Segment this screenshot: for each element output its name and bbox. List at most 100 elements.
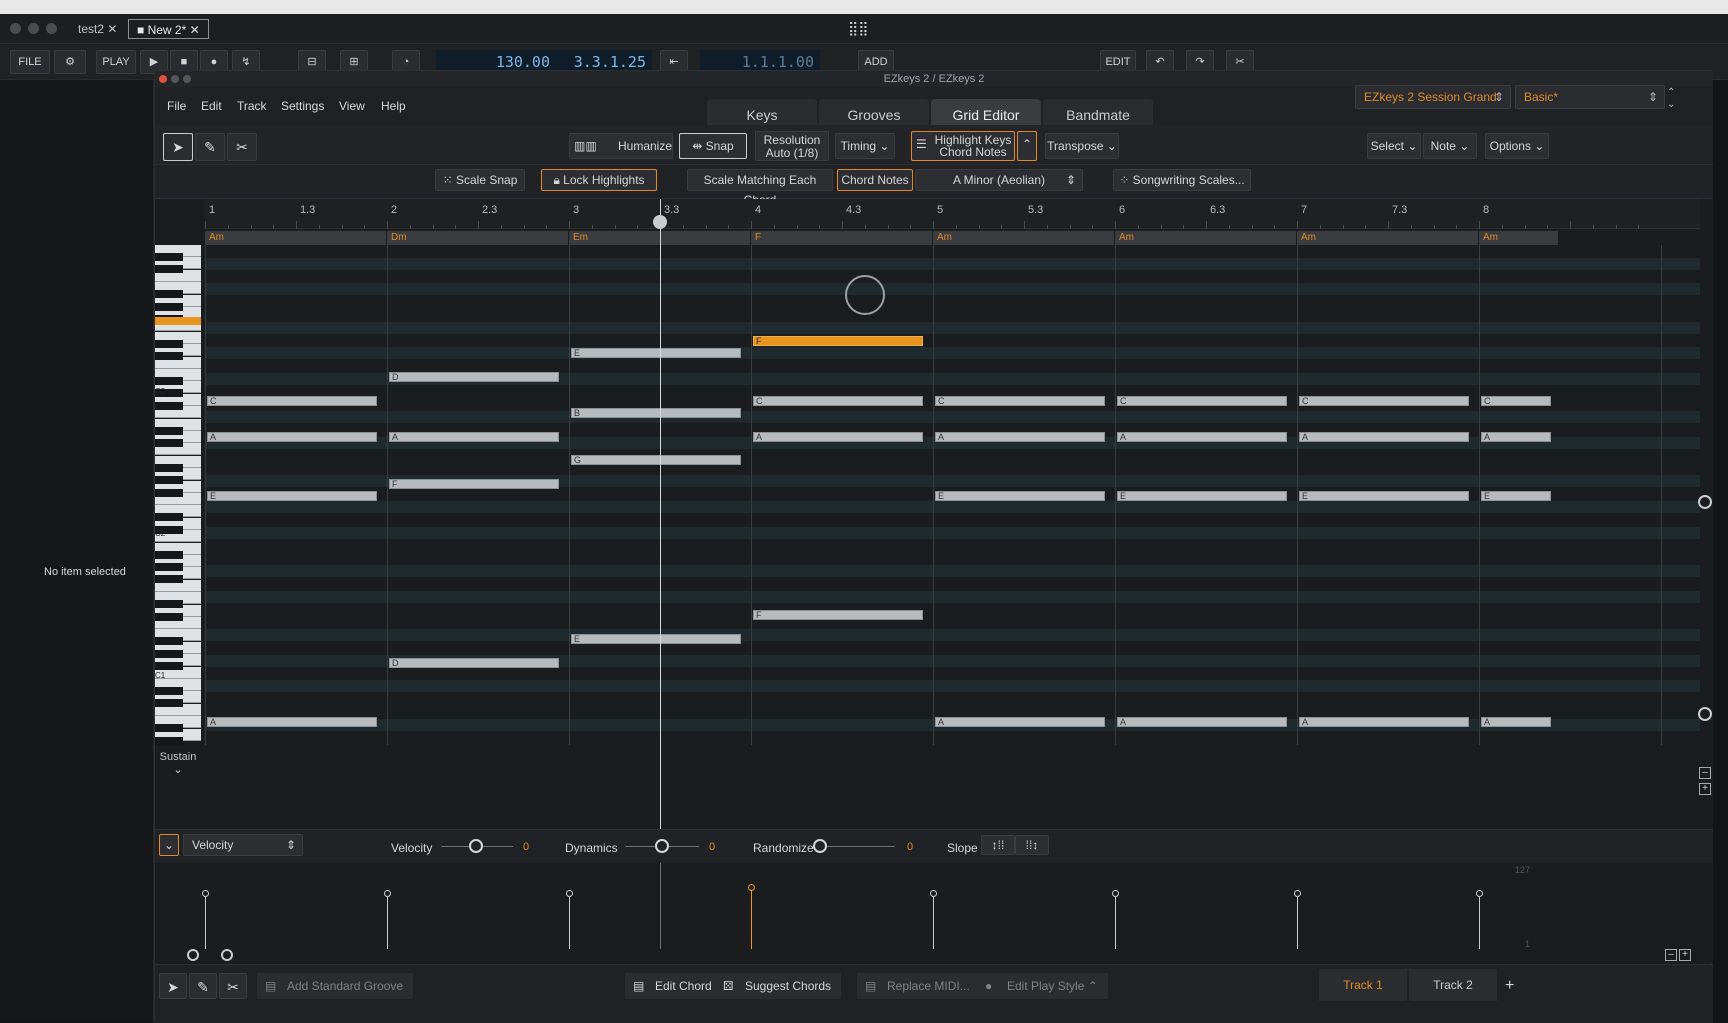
black-key[interactable] <box>155 724 183 733</box>
menu-view[interactable]: View <box>339 99 365 113</box>
midi-note[interactable]: F <box>753 610 923 621</box>
bottom-draw-tool-icon[interactable]: ✎ <box>189 973 217 999</box>
black-key[interactable] <box>155 550 183 559</box>
playhead[interactable] <box>660 199 661 829</box>
slope-down-icon[interactable]: ⁞⁞↕ <box>1015 835 1049 855</box>
velocity-handle[interactable] <box>748 884 755 891</box>
slope-up-icon[interactable]: ↕⁞⁞ <box>981 835 1015 855</box>
randomize-knob[interactable] <box>813 839 827 853</box>
zoom-window-icon[interactable] <box>46 23 57 34</box>
chord-block[interactable]: Am <box>933 231 1115 245</box>
options-dropdown[interactable]: Options ⌄ <box>1485 133 1549 159</box>
add-standard-groove-button[interactable]: ▤ Add Standard Groove <box>257 973 414 999</box>
bottom-scissors-tool-icon[interactable]: ✂ <box>219 973 247 999</box>
scale-selector[interactable]: A Minor (Aeolian) ⇕ <box>915 169 1083 191</box>
minimize-window-icon[interactable] <box>28 23 39 34</box>
midi-note[interactable]: A <box>389 431 559 442</box>
preset-selector[interactable]: Basic* ⇕ <box>1515 85 1665 109</box>
track-tab-2[interactable]: Track 2 <box>1409 969 1497 1001</box>
lane-collapse-icon[interactable]: ⌄ <box>159 834 179 856</box>
midi-note[interactable]: A <box>1299 717 1469 728</box>
midi-note[interactable]: A <box>935 431 1105 442</box>
velocity-handle[interactable] <box>1112 890 1119 897</box>
black-key[interactable] <box>155 302 183 311</box>
resolution-selector[interactable]: Resolution Auto (1/8) <box>755 131 829 161</box>
black-key[interactable] <box>155 637 183 646</box>
close-tab-icon[interactable]: ✕ <box>190 23 200 37</box>
track-tab-1[interactable]: Track 1 <box>1319 969 1407 1001</box>
chord-block[interactable]: Dm <box>387 231 569 245</box>
midi-note[interactable]: B <box>571 407 741 418</box>
midi-note[interactable]: E <box>1299 491 1469 502</box>
midi-note[interactable]: G <box>571 455 741 466</box>
snap-button[interactable]: ⇹ Snap <box>679 133 747 159</box>
timeline-ruler[interactable]: 1 1.3 2 2.3 3 3.3 4 4.3 5 5.3 6 6.3 7 7.3 8 <box>205 199 1700 229</box>
grid-dots-icon[interactable]: ⣿⣿ <box>848 20 869 37</box>
scale-matching-button[interactable]: Scale Matching Each Chord <box>687 169 833 207</box>
gear-icon[interactable]: ⚙ <box>54 50 86 74</box>
midi-note[interactable]: C <box>753 395 923 406</box>
velocity-handle[interactable] <box>384 890 391 897</box>
midi-note[interactable]: A <box>935 717 1105 728</box>
play-mode-button[interactable]: PLAY <box>96 50 136 74</box>
midi-note[interactable]: F <box>389 479 559 490</box>
black-key[interactable] <box>155 662 183 671</box>
midi-note[interactable]: C <box>1117 395 1287 406</box>
midi-note[interactable]: E <box>1481 491 1551 502</box>
songwriting-scales-button[interactable]: ⁘ Songwriting Scales... <box>1113 169 1251 191</box>
black-key[interactable] <box>155 649 183 658</box>
midi-note[interactable]: A <box>207 717 377 728</box>
chord-block[interactable]: Am <box>1479 231 1559 245</box>
velocity-scroll-right-handle[interactable] <box>221 949 233 961</box>
close-tab-icon[interactable]: ✕ <box>107 22 117 36</box>
scissors-tool-icon[interactable]: ✂ <box>227 133 257 161</box>
velocity-lane[interactable]: 127 1 – + <box>155 863 1713 963</box>
close-plugin-icon[interactable] <box>159 75 167 83</box>
midi-note[interactable]: C <box>1481 395 1551 406</box>
chord-notes-button[interactable]: Chord Notes <box>837 169 913 191</box>
chord-block[interactable]: F <box>751 231 933 245</box>
black-key[interactable] <box>155 699 183 708</box>
velocity-handle[interactable] <box>566 890 573 897</box>
midi-note[interactable]: E <box>207 491 377 502</box>
instrument-selector[interactable]: EZkeys 2 Session Grand ⇕ <box>1355 85 1511 109</box>
select-tool-icon[interactable]: ➤ <box>163 133 193 161</box>
host-tab-test2[interactable]: test2 ✕ <box>70 19 125 39</box>
black-key[interactable] <box>155 463 183 472</box>
zoom-plugin-icon[interactable] <box>183 75 191 83</box>
midi-note[interactable]: A <box>753 431 923 442</box>
midi-note[interactable]: A <box>207 431 377 442</box>
playhead-handle[interactable] <box>653 215 667 229</box>
chord-block[interactable]: Am <box>1297 231 1479 245</box>
velocity-knob[interactable] <box>469 839 483 853</box>
chord-lane[interactable]: Am Dm Em F Am Am Am Am <box>205 231 1700 245</box>
black-key[interactable] <box>155 339 183 348</box>
select-dropdown[interactable]: Select ⌄ <box>1367 133 1421 159</box>
black-key[interactable] <box>155 377 183 385</box>
sustain-lane[interactable]: Sustain ⌄ <box>155 751 201 781</box>
highlight-keys-button[interactable]: ☰ Highlight Keys Chord Notes <box>911 131 1015 161</box>
midi-note[interactable]: C <box>207 395 377 406</box>
expand-collapse-icon[interactable]: ⌃ ⌄ <box>1667 87 1681 111</box>
note-dropdown[interactable]: Note ⌄ <box>1423 133 1477 159</box>
midi-note[interactable]: D <box>389 657 559 668</box>
chord-block[interactable]: Am <box>205 231 387 245</box>
menu-edit[interactable]: Edit <box>201 99 222 113</box>
black-key[interactable] <box>155 253 183 261</box>
transpose-dropdown[interactable]: Transpose ⌄ <box>1045 133 1119 159</box>
midi-note[interactable]: A <box>1299 431 1469 442</box>
velocity-handle[interactable] <box>1476 890 1483 897</box>
midi-note[interactable]: A <box>1117 717 1287 728</box>
humanize-button[interactable]: ▥▥ Humanize <box>569 133 673 159</box>
black-key[interactable] <box>155 439 183 447</box>
bottom-select-tool-icon[interactable]: ➤ <box>159 973 187 999</box>
velocity-handle[interactable] <box>930 890 937 897</box>
midi-note[interactable]: A <box>1481 717 1551 728</box>
minimize-plugin-icon[interactable] <box>171 75 179 83</box>
black-key[interactable] <box>155 575 183 584</box>
midi-note[interactable]: E <box>935 491 1105 502</box>
black-key[interactable] <box>155 488 183 497</box>
menu-settings[interactable]: Settings <box>281 99 324 113</box>
menu-help[interactable]: Help <box>381 99 406 113</box>
velocity-zoom-out-icon[interactable]: – <box>1665 949 1677 961</box>
